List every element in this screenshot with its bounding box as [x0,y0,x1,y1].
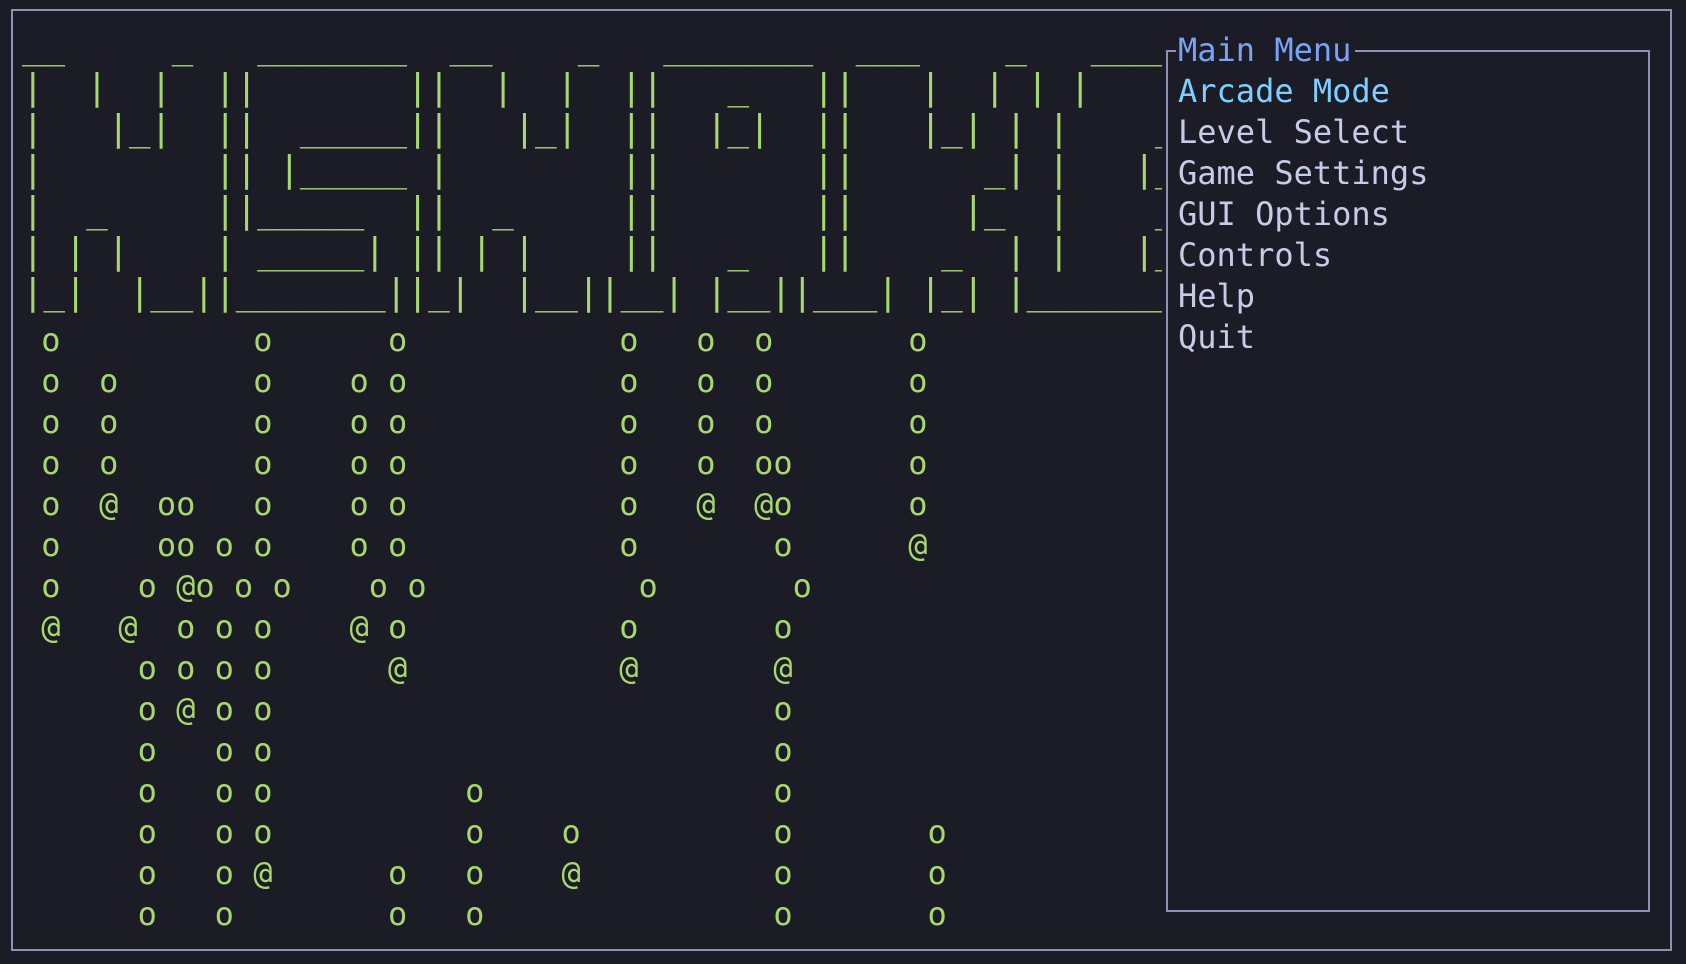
rain-line: o o o o o o [22,895,947,933]
rain-line: o o o o o o o o o [22,403,928,441]
logo-line: | |_| || _____|| |_| || |_| || |_| | | _… [22,108,1162,149]
menu-item-game-settings[interactable]: Game Settings [1178,153,1638,194]
rain-line: o @ o o o [22,690,793,728]
rain-line: o o @o o o o o o o [22,567,812,605]
menu-item-gui-options[interactable]: GUI Options [1178,194,1638,235]
rain-line: o @ oo o o o o @ @o o [22,485,928,523]
menu-item-help[interactable]: Help [1178,276,1638,317]
rain-line: o o @ o o @ o o [22,854,947,892]
rain-line: o o o o o o o oo o [22,444,928,482]
snake-rain-animation: o o o o o o o o o o o o o o o o o o o o … [22,320,1162,940]
logo-line: | || |_____ | || || _| | |___ [22,149,1162,190]
rain-line: o oo o o o o o o @ [22,526,928,564]
rain-line: o o o o @ @ @ [22,649,793,687]
logo-line: |_| |__||_______||_| |__||__| |__||___| … [22,272,1162,313]
menu-item-arcade-mode[interactable]: Arcade Mode [1178,71,1638,112]
logo-line: __ _ _______ __ _ _______ ___ _ _______ [22,26,1162,67]
logo-line: | _ ||_____ || _ || || |_ | ___| [22,190,1162,231]
rain-line: o o o o [22,731,793,769]
menu-item-quit[interactable]: Quit [1178,317,1638,358]
logo-line: | | | || || | | || _ || | | | | | [22,67,1162,108]
rain-line: o o o o o o o o o [22,362,928,400]
title-logo: __ _ _______ __ _ _______ ___ _ _______ … [22,26,1162,326]
logo-line: | | | | _____| || | | || _ || _ | | |___ [22,231,1162,272]
rain-line: o o o o o o o [22,321,928,359]
main-menu-list: Arcade Mode Level Select Game Settings G… [1178,71,1638,358]
terminal-screen: __ _ _______ __ _ _______ ___ _ _______ … [0,0,1686,964]
rain-line: o o o o o [22,772,793,810]
rain-line: @ @ o o o @ o o o [22,608,793,646]
menu-item-controls[interactable]: Controls [1178,235,1638,276]
menu-item-level-select[interactable]: Level Select [1178,112,1638,153]
menu-title: Main Menu [1176,30,1356,70]
rain-line: o o o o o o o [22,813,947,851]
